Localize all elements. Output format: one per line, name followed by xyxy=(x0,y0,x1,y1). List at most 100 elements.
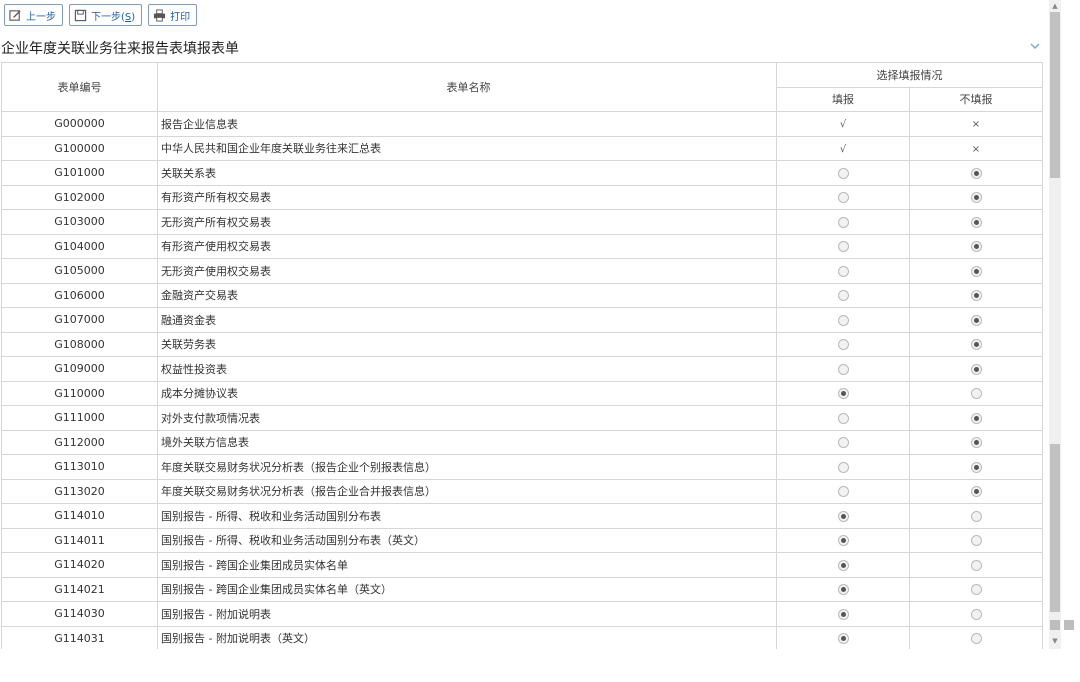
form-code: G104000 xyxy=(1,233,158,259)
table-row: G104000 有形资产使用权交易表 xyxy=(1,233,1043,259)
fill-radio[interactable] xyxy=(837,167,849,179)
form-name: 国别报告 - 跨国企业集团成员实体名单（英文） xyxy=(157,576,777,602)
nofill-radio[interactable] xyxy=(970,535,982,547)
nofill-radio-cell xyxy=(909,356,1043,382)
chevron-down-icon[interactable] xyxy=(1028,40,1042,52)
table-row: G114020 国别报告 - 跨国企业集团成员实体名单 xyxy=(1,552,1043,578)
fill-radio[interactable] xyxy=(837,363,849,375)
fill-radio[interactable] xyxy=(837,633,849,645)
nofill-radio[interactable] xyxy=(970,388,982,400)
form-name: 报告企业信息表 xyxy=(157,111,777,137)
table-row: G110000 成本分摊协议表 xyxy=(1,380,1043,406)
nofill-radio[interactable] xyxy=(970,608,982,620)
fill-radio-cell xyxy=(776,258,910,284)
fill-radio-cell xyxy=(776,184,910,210)
edit-icon xyxy=(9,9,21,21)
table-row: G113020 年度关联交易财务状况分析表（报告企业合并报表信息） xyxy=(1,478,1043,504)
nofill-radio[interactable] xyxy=(970,216,982,228)
header-choice: 选择填报情况 xyxy=(776,62,1043,88)
form-name: 有形资产使用权交易表 xyxy=(157,233,777,259)
nofill-radio[interactable] xyxy=(970,584,982,596)
form-name: 国别报告 - 附加说明表 xyxy=(157,601,777,627)
form-name: 金融资产交易表 xyxy=(157,282,777,308)
fill-radio-cell xyxy=(776,429,910,455)
nofill-radio[interactable] xyxy=(970,339,982,351)
fill-radio[interactable] xyxy=(837,437,849,449)
fill-radio[interactable] xyxy=(837,559,849,571)
nofill-radio-cell xyxy=(909,184,1043,210)
form-code: G000000 xyxy=(1,111,158,137)
nofill-radio[interactable] xyxy=(970,241,982,253)
fill-radio-cell xyxy=(776,233,910,259)
form-name: 融通资金表 xyxy=(157,307,777,333)
fill-radio[interactable] xyxy=(837,461,849,473)
nofill-radio[interactable] xyxy=(970,192,982,204)
next-step-button[interactable]: 下一步(S) xyxy=(69,4,143,26)
nofill-radio-cell xyxy=(909,552,1043,578)
nofill-radio[interactable] xyxy=(970,437,982,449)
prev-step-button[interactable]: 上一步 xyxy=(4,4,63,26)
nofill-radio[interactable] xyxy=(970,290,982,302)
nofill-radio[interactable] xyxy=(970,559,982,571)
nofill-radio-cell xyxy=(909,454,1043,480)
nofill-radio[interactable] xyxy=(970,510,982,522)
scrollbar-thumb-lower[interactable] xyxy=(1050,444,1060,612)
nofill-radio[interactable] xyxy=(970,633,982,645)
fill-radio-cell xyxy=(776,552,910,578)
nofill-radio[interactable] xyxy=(970,412,982,424)
form-code: G100000 xyxy=(1,135,158,161)
fill-radio-cell xyxy=(776,478,910,504)
nofill-radio[interactable] xyxy=(970,363,982,375)
scroll-up-arrow[interactable]: ▲ xyxy=(1050,1,1060,11)
fill-radio[interactable] xyxy=(837,486,849,498)
nofill-radio-cell xyxy=(909,307,1043,333)
fill-radio[interactable] xyxy=(837,339,849,351)
nofill-mark: × xyxy=(909,111,1043,137)
nofill-radio[interactable] xyxy=(970,167,982,179)
fill-radio-cell xyxy=(776,527,910,553)
form-name: 年度关联交易财务状况分析表（报告企业个别报表信息） xyxy=(157,454,777,480)
table-row: G114010 国别报告 - 所得、税收和业务活动国别分布表 xyxy=(1,503,1043,529)
fill-radio[interactable] xyxy=(837,608,849,620)
fill-radio[interactable] xyxy=(837,241,849,253)
nofill-radio[interactable] xyxy=(970,486,982,498)
form-code: G114010 xyxy=(1,503,158,529)
fill-radio-cell xyxy=(776,282,910,308)
nofill-radio-cell xyxy=(909,601,1043,627)
print-label: 打印 xyxy=(170,11,191,23)
scroll-down-arrow[interactable]: ▼ xyxy=(1050,636,1060,646)
form-code: G113010 xyxy=(1,454,158,480)
form-table: 表单编号 表单名称 选择填报情况 填报 不填报 G000000 报告企业信息表 √ ×… xyxy=(1,62,1043,649)
fill-radio-cell xyxy=(776,307,910,333)
fill-radio[interactable] xyxy=(837,412,849,424)
fill-radio-cell xyxy=(776,331,910,357)
form-code: G114031 xyxy=(1,625,158,649)
nofill-radio[interactable] xyxy=(970,461,982,473)
form-name: 权益性投资表 xyxy=(157,356,777,382)
form-name: 国别报告 - 所得、税收和业务活动国别分布表 xyxy=(157,503,777,529)
form-name: 有形资产所有权交易表 xyxy=(157,184,777,210)
fill-radio[interactable] xyxy=(837,584,849,596)
form-name: 关联关系表 xyxy=(157,160,777,186)
fill-radio[interactable] xyxy=(837,510,849,522)
fill-radio[interactable] xyxy=(837,290,849,302)
fill-radio[interactable] xyxy=(837,192,849,204)
fill-radio[interactable] xyxy=(837,535,849,547)
nofill-radio-cell xyxy=(909,478,1043,504)
fill-radio[interactable] xyxy=(837,314,849,326)
form-code: G114021 xyxy=(1,576,158,602)
fill-radio-cell xyxy=(776,503,910,529)
fill-radio[interactable] xyxy=(837,265,849,277)
prev-step-label: 上一步 xyxy=(26,11,56,23)
nofill-radio-cell xyxy=(909,527,1043,553)
form-code: G114030 xyxy=(1,601,158,627)
form-name: 国别报告 - 跨国企业集团成员实体名单 xyxy=(157,552,777,578)
form-name: 对外支付款项情况表 xyxy=(157,405,777,431)
print-button[interactable]: 打印 xyxy=(148,4,198,26)
nofill-radio[interactable] xyxy=(970,265,982,277)
scrollbar-thumb[interactable] xyxy=(1050,12,1060,178)
fill-radio-cell xyxy=(776,405,910,431)
nofill-radio[interactable] xyxy=(970,314,982,326)
fill-radio[interactable] xyxy=(837,388,849,400)
fill-radio[interactable] xyxy=(837,216,849,228)
